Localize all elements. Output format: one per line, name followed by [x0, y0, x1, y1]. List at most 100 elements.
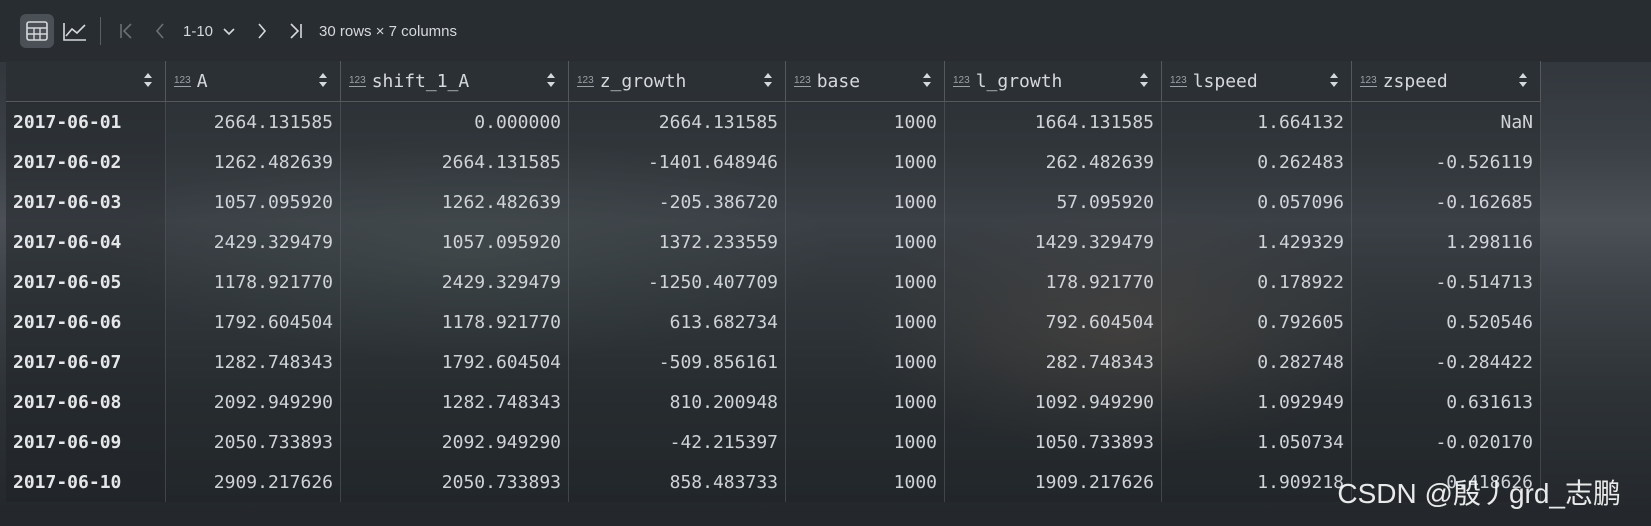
- table-cell[interactable]: 1000: [785, 182, 945, 222]
- column-header[interactable]: 123 A: [165, 61, 341, 102]
- sort-icon[interactable]: [1329, 72, 1339, 88]
- table-row[interactable]: 2017-06-01 2664.131585 0.000000 2664.131585…: [6, 101, 1541, 142]
- column-header[interactable]: 123 shift_1_A: [340, 61, 569, 102]
- sort-icon[interactable]: [546, 72, 556, 88]
- table-cell[interactable]: 1000: [785, 382, 945, 422]
- table-cell[interactable]: 858.483733: [568, 462, 786, 502]
- table-cell[interactable]: 1909.217626: [944, 462, 1162, 502]
- table-cell[interactable]: -509.856161: [568, 342, 786, 382]
- table-cell[interactable]: 1092.949290: [944, 382, 1162, 422]
- row-index-cell[interactable]: 2017-06-02: [6, 142, 166, 182]
- table-cell[interactable]: -0.020170: [1351, 422, 1541, 462]
- table-cell[interactable]: 0.792605: [1161, 302, 1352, 342]
- sort-icon[interactable]: [1518, 72, 1528, 88]
- row-index-cell[interactable]: 2017-06-09: [6, 422, 166, 462]
- row-index-cell[interactable]: 2017-06-03: [6, 182, 166, 222]
- table-cell[interactable]: 792.604504: [944, 302, 1162, 342]
- chart-view-button[interactable]: [58, 14, 92, 48]
- table-cell[interactable]: 1000: [785, 342, 945, 382]
- table-cell[interactable]: -0.514713: [1351, 262, 1541, 302]
- row-index-cell[interactable]: 2017-06-05: [6, 262, 166, 302]
- table-cell[interactable]: 1000: [785, 222, 945, 262]
- table-cell[interactable]: 0.000000: [340, 101, 569, 142]
- sort-icon[interactable]: [763, 72, 773, 88]
- table-cell[interactable]: 178.921770: [944, 262, 1162, 302]
- table-cell[interactable]: 1050.733893: [944, 422, 1162, 462]
- row-index-cell[interactable]: 2017-06-07: [6, 342, 166, 382]
- table-cell[interactable]: 1057.095920: [165, 182, 341, 222]
- table-cell[interactable]: 0.178922: [1161, 262, 1352, 302]
- row-index-cell[interactable]: 2017-06-08: [6, 382, 166, 422]
- page-size-dropdown[interactable]: 1-10: [183, 23, 237, 40]
- table-cell[interactable]: 1282.748343: [340, 382, 569, 422]
- table-cell[interactable]: 1000: [785, 262, 945, 302]
- table-cell[interactable]: 2664.131585: [165, 101, 341, 142]
- next-page-button[interactable]: [245, 14, 279, 48]
- first-page-button[interactable]: [109, 14, 143, 48]
- table-cell[interactable]: 1282.748343: [165, 342, 341, 382]
- table-row[interactable]: 2017-06-02 1262.482639 2664.131585 -1401.64…: [6, 142, 1541, 182]
- table-row[interactable]: 2017-06-05 1178.921770 2429.329479 -1250.40…: [6, 262, 1541, 302]
- table-cell[interactable]: 1.298116: [1351, 222, 1541, 262]
- table-cell[interactable]: 810.200948: [568, 382, 786, 422]
- table-cell[interactable]: 1178.921770: [340, 302, 569, 342]
- table-cell[interactable]: -0.284422: [1351, 342, 1541, 382]
- column-header[interactable]: 123 l_growth: [944, 61, 1162, 102]
- table-cell[interactable]: -1250.407709: [568, 262, 786, 302]
- table-cell[interactable]: 1178.921770: [165, 262, 341, 302]
- table-cell[interactable]: 1429.329479: [944, 222, 1162, 262]
- row-index-cell[interactable]: 2017-06-04: [6, 222, 166, 262]
- sort-icon[interactable]: [143, 72, 153, 88]
- table-cell[interactable]: 2909.217626: [165, 462, 341, 502]
- table-cell[interactable]: 1.664132: [1161, 101, 1352, 142]
- table-cell[interactable]: 1000: [785, 302, 945, 342]
- row-index-cell[interactable]: 2017-06-06: [6, 302, 166, 342]
- table-cell[interactable]: 1000: [785, 462, 945, 502]
- table-cell[interactable]: 1.429329: [1161, 222, 1352, 262]
- table-cell[interactable]: 0.520546: [1351, 302, 1541, 342]
- table-cell[interactable]: 2092.949290: [340, 422, 569, 462]
- previous-page-button[interactable]: [143, 14, 177, 48]
- table-cell[interactable]: 2664.131585: [568, 101, 786, 142]
- table-cell[interactable]: 1.092949: [1161, 382, 1352, 422]
- row-index-cell[interactable]: 2017-06-10: [6, 462, 166, 502]
- table-row[interactable]: 2017-06-04 2429.329479 1057.095920 1372.233…: [6, 222, 1541, 262]
- table-cell[interactable]: 1000: [785, 422, 945, 462]
- table-cell[interactable]: 0.057096: [1161, 182, 1352, 222]
- table-cell[interactable]: 1.050734: [1161, 422, 1352, 462]
- table-row[interactable]: 2017-06-06 1792.604504 1178.921770 613.6827…: [6, 302, 1541, 342]
- table-row[interactable]: 2017-06-09 2050.733893 2092.949290 -42.2153…: [6, 422, 1541, 462]
- table-row[interactable]: 2017-06-03 1057.095920 1262.482639 -205.386…: [6, 182, 1541, 222]
- table-cell[interactable]: 1057.095920: [340, 222, 569, 262]
- table-cell[interactable]: 2429.329479: [340, 262, 569, 302]
- table-cell[interactable]: 1262.482639: [165, 142, 341, 182]
- table-cell[interactable]: 1372.233559: [568, 222, 786, 262]
- table-cell[interactable]: 2429.329479: [165, 222, 341, 262]
- table-cell[interactable]: 262.482639: [944, 142, 1162, 182]
- sort-icon[interactable]: [922, 72, 932, 88]
- table-cell[interactable]: 0.262483: [1161, 142, 1352, 182]
- row-index-cell[interactable]: 2017-06-01: [6, 101, 166, 142]
- table-cell[interactable]: 282.748343: [944, 342, 1162, 382]
- table-row[interactable]: 2017-06-10 2909.217626 2050.733893 858.4837…: [6, 462, 1541, 502]
- table-view-button[interactable]: [20, 14, 54, 48]
- table-cell[interactable]: 1792.604504: [165, 302, 341, 342]
- table-row[interactable]: 2017-06-07 1282.748343 1792.604504 -509.856…: [6, 342, 1541, 382]
- column-header[interactable]: 123 base: [785, 61, 945, 102]
- sort-icon[interactable]: [318, 72, 328, 88]
- table-cell[interactable]: 1000: [785, 142, 945, 182]
- table-cell[interactable]: 0.631613: [1351, 382, 1541, 422]
- table-cell[interactable]: 1.909218: [1161, 462, 1352, 502]
- sort-icon[interactable]: [1139, 72, 1149, 88]
- table-cell[interactable]: 1000: [785, 101, 945, 142]
- table-cell[interactable]: -205.386720: [568, 182, 786, 222]
- table-cell[interactable]: 57.095920: [944, 182, 1162, 222]
- table-cell[interactable]: 1792.604504: [340, 342, 569, 382]
- table-cell[interactable]: 2050.733893: [165, 422, 341, 462]
- table-cell[interactable]: 613.682734: [568, 302, 786, 342]
- index-header[interactable]: [6, 61, 166, 102]
- table-cell[interactable]: 2050.733893: [340, 462, 569, 502]
- table-cell[interactable]: -0.526119: [1351, 142, 1541, 182]
- column-header[interactable]: 123 zspeed: [1351, 61, 1541, 102]
- table-cell[interactable]: 2092.949290: [165, 382, 341, 422]
